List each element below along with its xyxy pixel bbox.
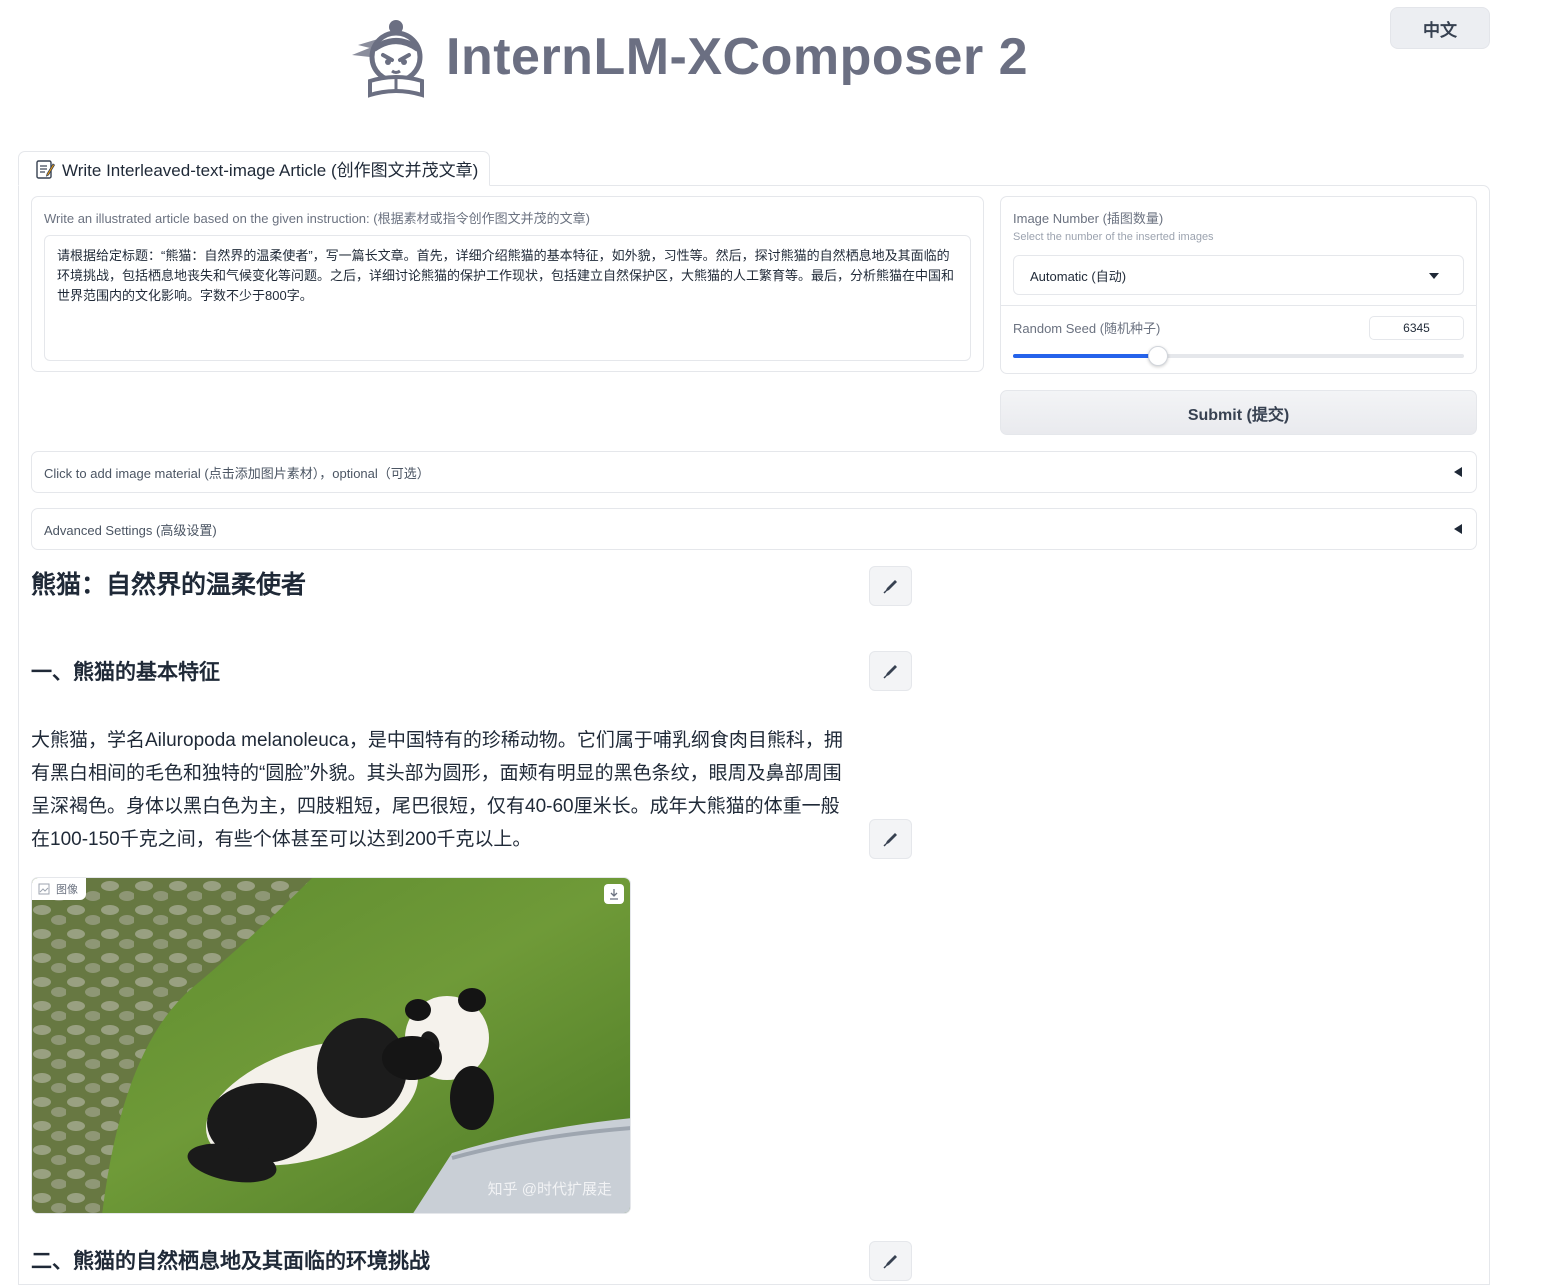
triangle-left-icon xyxy=(1454,524,1462,534)
settings-block: Image Number (插图数量) Select the number of… xyxy=(1000,196,1477,374)
tab-write-article[interactable]: Write Interleaved-text-image Article (创作… xyxy=(18,151,490,186)
pen-icon xyxy=(882,1255,897,1269)
triangle-left-icon xyxy=(1454,467,1462,477)
slider-thumb[interactable] xyxy=(1148,346,1169,366)
pen-icon xyxy=(882,665,897,679)
tab-label: Write Interleaved-text-image Article (创作… xyxy=(62,161,479,180)
image-material-label: Click to add image material (点击添加图片素材），o… xyxy=(44,465,430,481)
edit-paragraph-button[interactable] xyxy=(869,819,912,859)
pen-icon xyxy=(882,580,897,594)
random-seed-slider[interactable] xyxy=(1013,346,1464,366)
advanced-settings-accordion[interactable]: Advanced Settings (高级设置) xyxy=(31,508,1477,550)
random-seed-label: Random Seed (随机种子) xyxy=(1013,321,1161,336)
article-title: 熊猫：自然界的温柔使者 xyxy=(31,571,307,599)
instruction-block: Write an illustrated article based on th… xyxy=(31,196,984,372)
download-icon xyxy=(610,889,618,900)
instruction-textarea[interactable]: 请根据给定标题：“熊猫：自然界的温柔使者”，写一篇长文章。首先，详细介绍熊猫的基… xyxy=(44,235,971,361)
language-toggle-button[interactable]: 中文 xyxy=(1390,7,1490,49)
advanced-settings-label: Advanced Settings (高级设置) xyxy=(44,522,217,538)
section-heading: 一、熊猫的基本特征 xyxy=(31,661,220,684)
edit-title-button[interactable] xyxy=(869,566,912,606)
article-image: 图像 知乎 @时代扩展走 xyxy=(31,877,631,1214)
image-number-sublabel: Select the number of the inserted images xyxy=(1013,231,1214,243)
app-logo: InternLM-XComposer 2 xyxy=(348,14,1028,100)
download-button[interactable] xyxy=(604,884,624,904)
submit-button[interactable]: Submit (提交) xyxy=(1000,390,1477,435)
article-paragraph: 大熊猫，学名Ailuropoda melanoleuca，是中国特有的珍稀动物。… xyxy=(31,730,843,850)
pen-icon xyxy=(882,833,897,847)
section-heading: 二、熊猫的自然栖息地及其面临的环境挑战 xyxy=(31,1250,430,1273)
slider-fill xyxy=(1013,354,1158,358)
mascot-logo-icon xyxy=(352,20,424,98)
image-label: 图像 xyxy=(32,878,86,900)
image-material-accordion[interactable]: Click to add image material (点击添加图片素材），o… xyxy=(31,451,1477,493)
image-number-dropdown[interactable]: Automatic (自动) xyxy=(1013,255,1464,295)
app-title: InternLM-XComposer 2 xyxy=(446,28,1029,86)
memo-icon xyxy=(36,159,55,179)
image-watermark: 知乎 @时代扩展走 xyxy=(487,1181,612,1198)
image-label-text: 图像 xyxy=(56,884,78,896)
instruction-label: Write an illustrated article based on th… xyxy=(44,211,590,226)
caret-down-icon xyxy=(1429,273,1439,279)
edit-section-heading-button[interactable] xyxy=(869,651,912,691)
edit-section-heading-button[interactable] xyxy=(869,1241,912,1281)
image-number-value: Automatic (自动) xyxy=(1030,268,1127,284)
panda-photo xyxy=(32,878,630,1213)
random-seed-input[interactable]: 6345 xyxy=(1369,316,1464,340)
image-number-label: Image Number (插图数量) xyxy=(1013,211,1164,226)
divider xyxy=(1001,305,1476,306)
image-icon xyxy=(38,883,50,895)
